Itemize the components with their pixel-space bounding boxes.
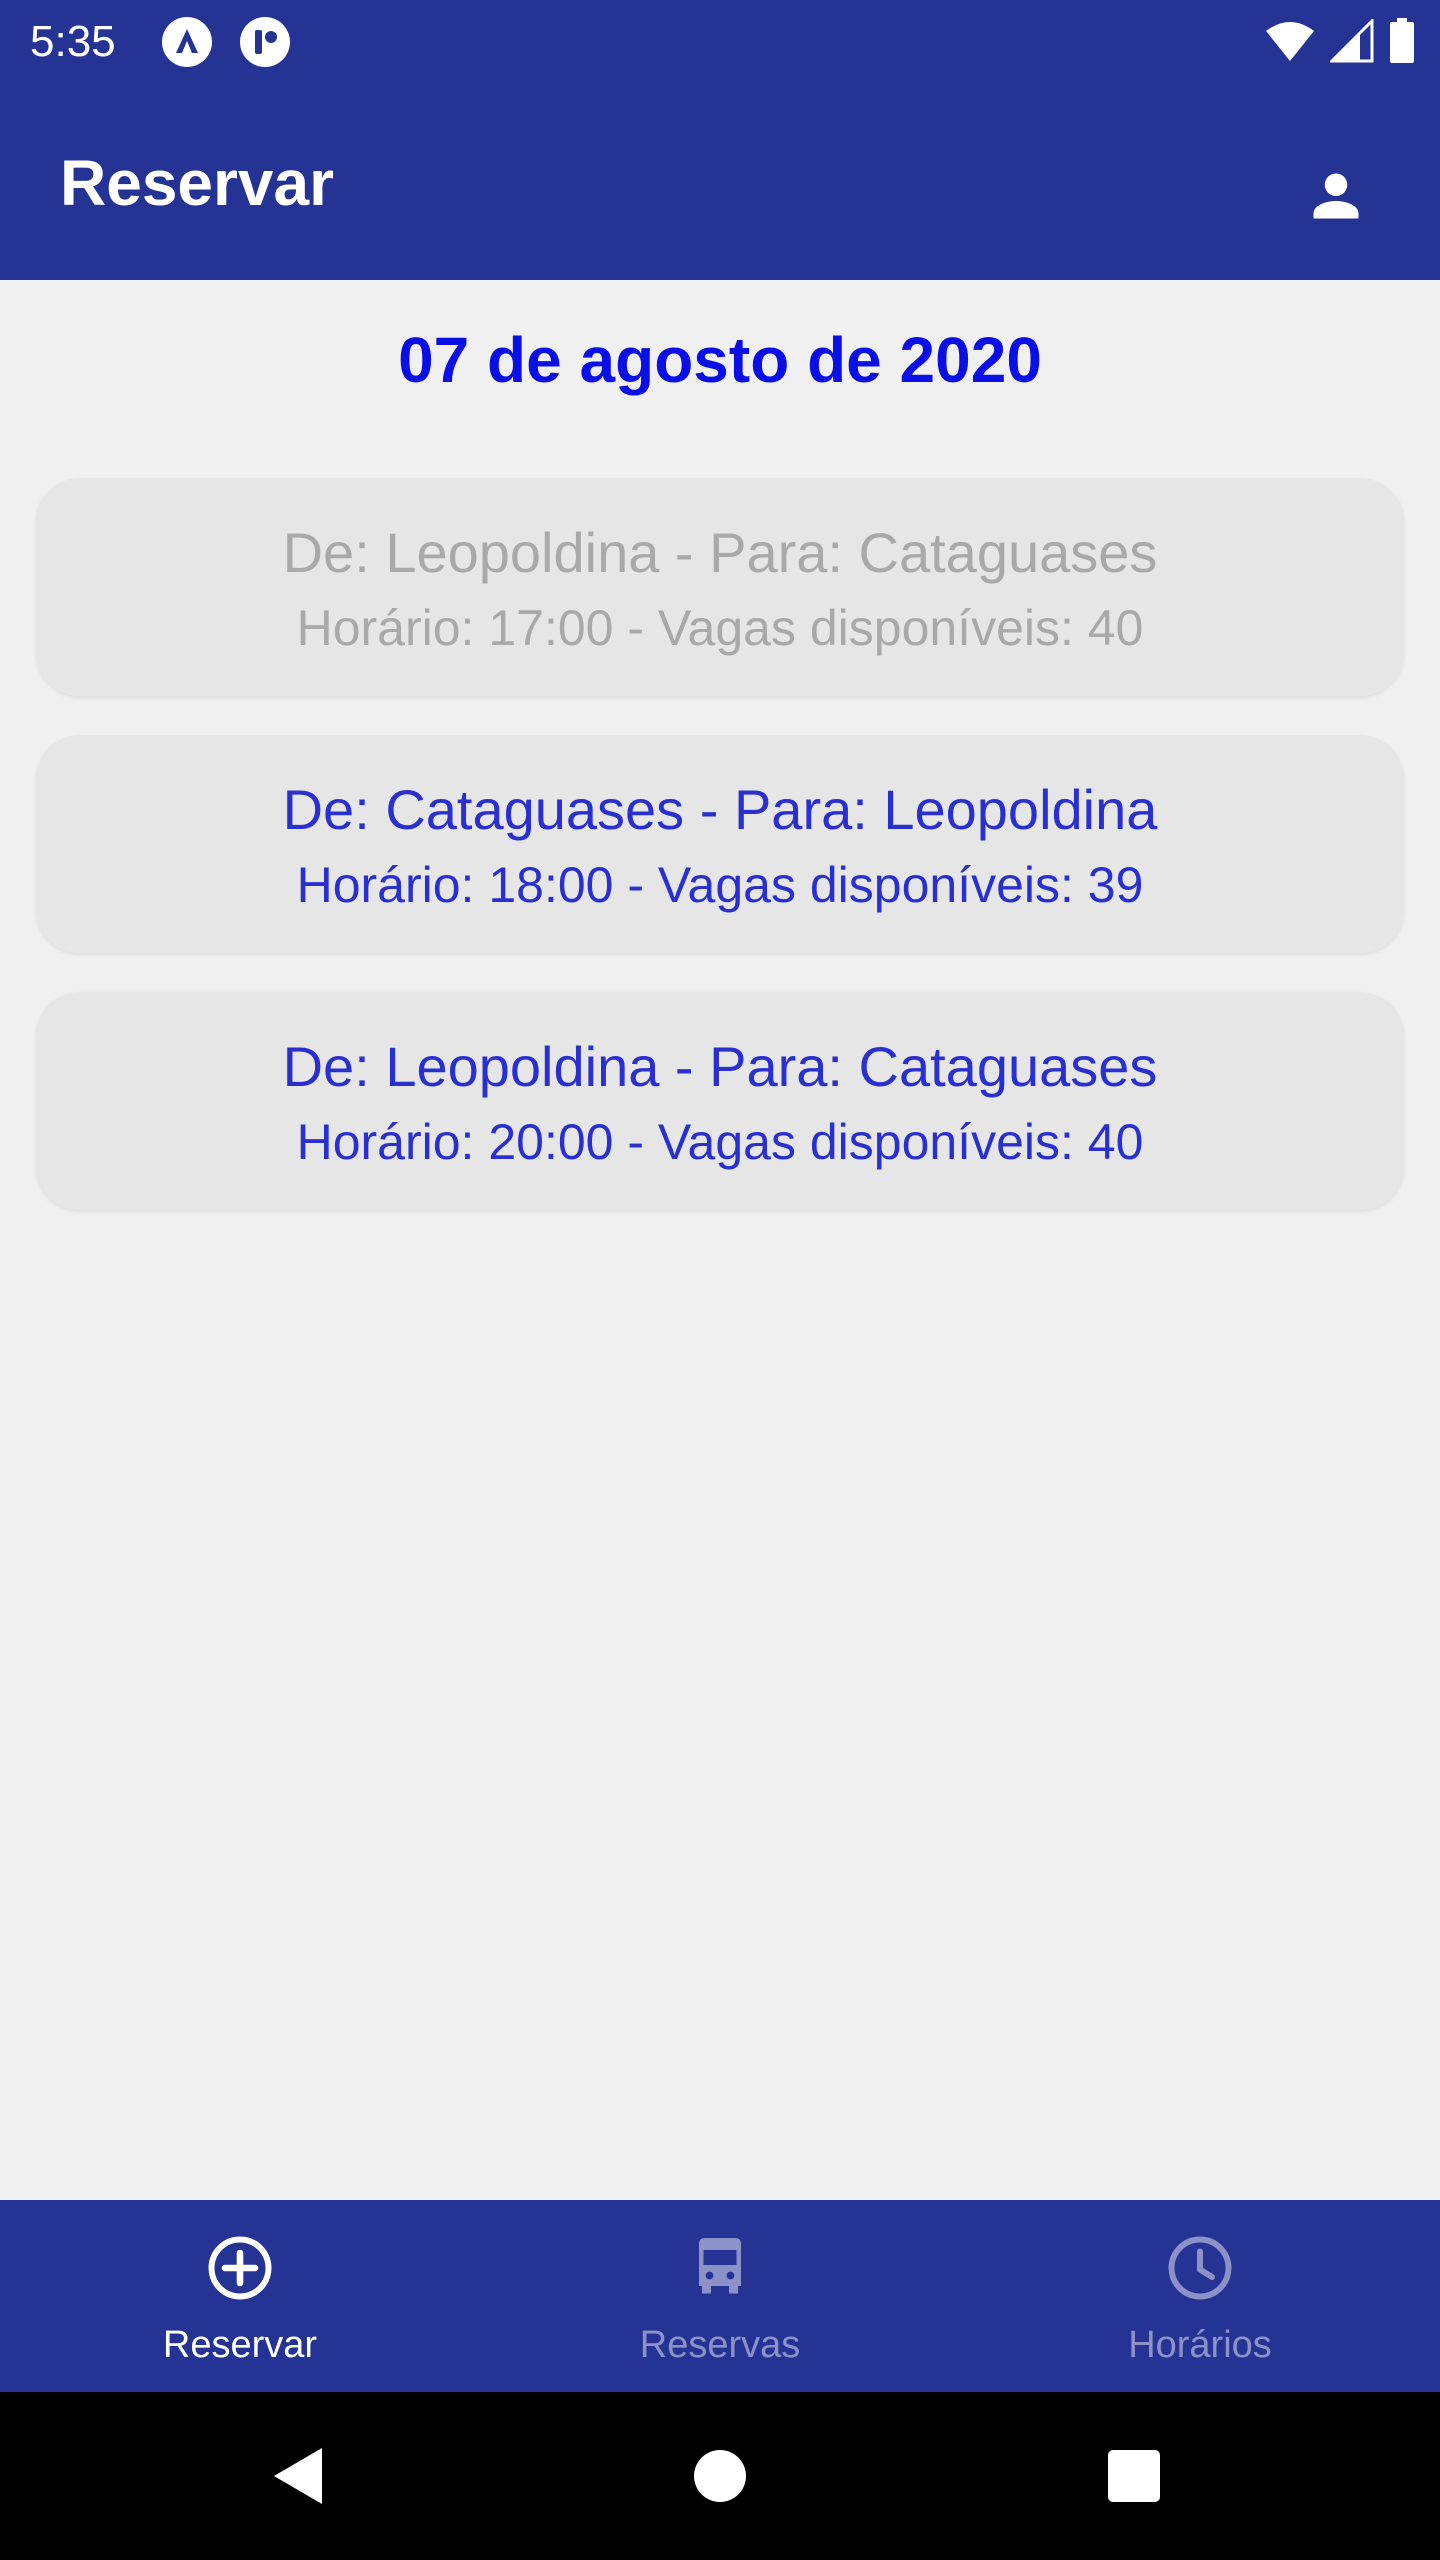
app-notification-icon (162, 17, 212, 67)
trip-route: De: Cataguases - Para: Leopoldina (282, 778, 1158, 841)
clock-icon (1168, 2236, 1232, 2300)
page-title: Reservar (60, 147, 334, 219)
trip-route: De: Leopoldina - Para: Cataguases (282, 521, 1158, 584)
recents-icon[interactable] (1094, 2436, 1174, 2516)
trip-info: Horário: 18:00 - Vagas disponíveis: 39 (296, 857, 1144, 913)
trip-card[interactable]: De: Leopoldina - Para: Cataguases Horári… (36, 992, 1404, 1210)
main-content: 07 de agosto de 2020 De: Leopoldina - Pa… (0, 280, 1440, 2200)
person-icon (1313, 173, 1359, 219)
cell-signal-icon (1330, 19, 1374, 63)
nav-item-reservas[interactable]: Reservas (480, 2200, 960, 2392)
nav-label: Reservar (162, 2324, 318, 2366)
battery-icon (1388, 18, 1416, 64)
nav-label: Horários (1128, 2324, 1272, 2366)
profile-button[interactable] (1296, 156, 1376, 236)
back-icon[interactable] (260, 2436, 340, 2516)
add-circle-icon (208, 2236, 272, 2300)
bus-icon (699, 2238, 741, 2294)
nav-label: Reservas (639, 2324, 801, 2366)
bottom-navigation: Reservar Reservas Horários (0, 2200, 1440, 2392)
date-title: 07 de agosto de 2020 (398, 324, 1042, 396)
status-time: 5:35 (30, 17, 116, 66)
trip-card[interactable]: De: Cataguases - Para: Leopoldina Horári… (36, 735, 1404, 953)
trip-route: De: Leopoldina - Para: Cataguases (282, 1035, 1158, 1098)
wifi-icon (1264, 19, 1316, 63)
app-bar: Reservar (0, 84, 1440, 280)
nav-item-horarios[interactable]: Horários (960, 2200, 1440, 2392)
app-notification-icon-2 (240, 17, 290, 67)
trip-info: Horário: 20:00 - Vagas disponíveis: 40 (296, 1114, 1144, 1170)
nav-item-reservar[interactable]: Reservar (0, 2200, 480, 2392)
trip-info: Horário: 17:00 - Vagas disponíveis: 40 (296, 600, 1144, 656)
trip-card[interactable]: De: Leopoldina - Para: Cataguases Horári… (36, 478, 1404, 696)
status-bar: 5:35 (0, 0, 1440, 84)
system-navigation-bar (0, 2392, 1440, 2560)
home-icon[interactable] (680, 2436, 760, 2516)
